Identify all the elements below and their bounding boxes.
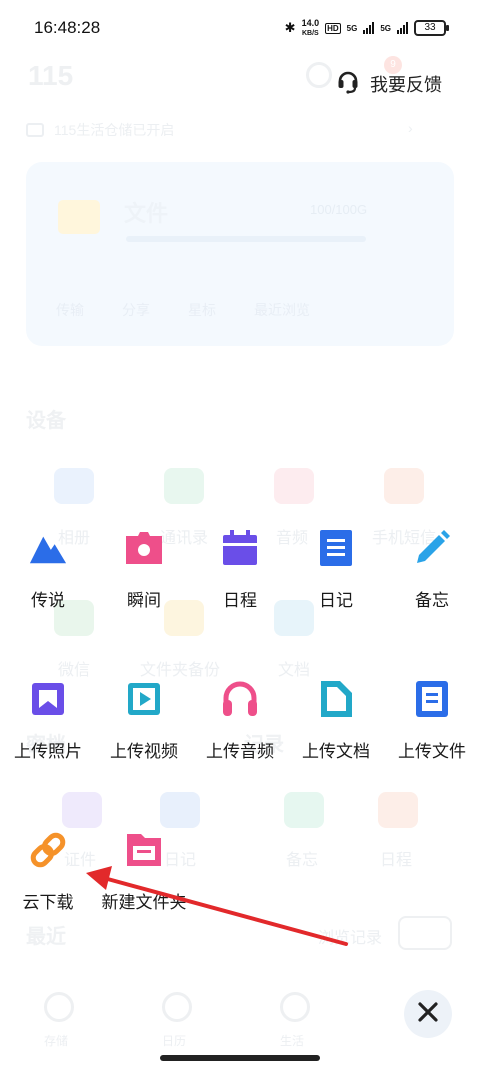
pencil-icon: [412, 528, 452, 568]
battery-icon: 33: [414, 20, 449, 36]
folder-icon: [124, 830, 164, 870]
background-tab-label: 存储: [44, 1034, 69, 1048]
action-upload-audio[interactable]: 上传音频: [192, 679, 288, 762]
action-upload-document[interactable]: 上传文档: [288, 679, 384, 762]
action-label: 传说: [31, 591, 65, 610]
background-card-action: 分享: [122, 302, 150, 318]
background-file-meta: 100/100G: [310, 202, 368, 217]
calendar-icon: [220, 528, 260, 568]
background-tile: [62, 792, 102, 828]
hd-icon: HD: [325, 22, 341, 34]
action-label: 上传音频: [206, 742, 274, 761]
action-diary[interactable]: 日记: [288, 528, 384, 611]
background-tile: [274, 468, 314, 504]
action-label: 备忘: [415, 591, 449, 610]
background-tile: [164, 468, 204, 504]
background-recent-toggle: [398, 916, 452, 950]
background-notice-icon: [26, 123, 44, 137]
action-label: 上传照片: [14, 742, 82, 761]
background-tile: [160, 792, 200, 828]
background-card-action: 最近浏览: [254, 302, 310, 318]
file-icon: [412, 679, 452, 719]
background-section-devices: 设备: [26, 410, 66, 432]
background-section-recent: 最近: [26, 926, 66, 948]
background-file-progress: [126, 236, 366, 242]
background-archive-item: 备忘: [286, 852, 319, 869]
action-moment[interactable]: 瞬间: [96, 528, 192, 611]
action-new-folder[interactable]: 新建文件夹: [96, 830, 192, 913]
document-icon: [316, 679, 356, 719]
action-upload-video[interactable]: 上传视频: [96, 679, 192, 762]
status-bar: 16:48:28 ✱ 14.0 KB/S HD 5G 5G 33: [0, 0, 480, 56]
background-tab-icon: [162, 992, 192, 1022]
action-memo[interactable]: 备忘: [384, 528, 480, 611]
action-label: 上传文档: [302, 742, 370, 761]
sim1-label: 5G: [346, 23, 358, 33]
status-time: 16:48:28: [34, 18, 101, 37]
status-indicators: ✱ 14.0 KB/S HD 5G 5G 33: [284, 17, 449, 38]
background-device-item2: 文件夹备份: [140, 662, 221, 679]
headphones-icon: [220, 679, 260, 719]
notes-icon: [316, 528, 356, 568]
background-notice-text: 115生活仓储已开启: [54, 122, 175, 138]
action-label: 日程: [223, 591, 257, 610]
background-tile: [378, 792, 418, 828]
background-archive-item: 日程: [380, 852, 413, 869]
action-label: 瞬间: [127, 591, 161, 610]
signal-icon-2: [397, 22, 408, 34]
background-tab-icon: [280, 992, 310, 1022]
background-tab-icon: [44, 992, 74, 1022]
action-label: 上传视频: [110, 742, 178, 761]
network-speed-unit: KB/S: [301, 29, 319, 37]
background-file-title: 文件: [124, 201, 169, 226]
action-label: 新建文件夹: [101, 893, 187, 912]
background-search-icon: [306, 62, 332, 88]
camera-icon: [124, 528, 164, 568]
background-notice-chevron-icon: ›: [408, 120, 413, 136]
background-tile: [284, 792, 324, 828]
link-icon: [28, 830, 68, 870]
action-label: 上传文件: [398, 742, 466, 761]
network-speed-value: 14.0: [301, 17, 320, 28]
background-notice: 115生活仓储已开启: [26, 120, 174, 140]
background-card-action: 传输: [56, 302, 84, 318]
signal-icon: [363, 22, 375, 34]
headset-icon: [336, 68, 360, 99]
background-tile: [54, 468, 94, 504]
sim2-label: 5G: [380, 23, 391, 33]
background-card-actions: 传输 分享 星标 最近浏览: [56, 300, 310, 320]
action-schedule[interactable]: 日程: [192, 528, 288, 611]
background-recent-action: 浏览记录: [318, 930, 383, 947]
close-icon: [417, 1001, 439, 1028]
video-icon: [124, 679, 164, 719]
mountain-icon: [28, 528, 68, 568]
action-upload-file[interactable]: 上传文件: [384, 679, 480, 762]
action-label: 日记: [319, 591, 353, 610]
background-logo: 115: [28, 60, 74, 91]
feedback-label: 我要反馈: [370, 74, 442, 95]
action-legend[interactable]: 传说: [0, 528, 96, 611]
feedback-button[interactable]: 我要反馈: [336, 68, 442, 99]
background-tile: [384, 468, 424, 504]
background-device-item2: 文档: [278, 662, 311, 679]
bluetooth-icon: ✱: [284, 20, 296, 35]
photo-icon: [28, 679, 68, 719]
background-tab-label: 日历: [162, 1034, 187, 1048]
background-folder-icon: [58, 200, 100, 234]
background-device-item2: 微信: [58, 662, 91, 679]
background-tab-label: 生活: [280, 1034, 305, 1048]
background-card-action: 星标: [188, 302, 216, 318]
close-button[interactable]: [404, 990, 452, 1038]
home-indicator[interactable]: [160, 1055, 320, 1061]
action-cloud-download[interactable]: 云下载: [0, 830, 96, 913]
action-label: 云下载: [22, 893, 74, 912]
action-upload-photo[interactable]: 上传照片: [0, 679, 96, 762]
network-speed: 14.0 KB/S: [301, 17, 320, 38]
